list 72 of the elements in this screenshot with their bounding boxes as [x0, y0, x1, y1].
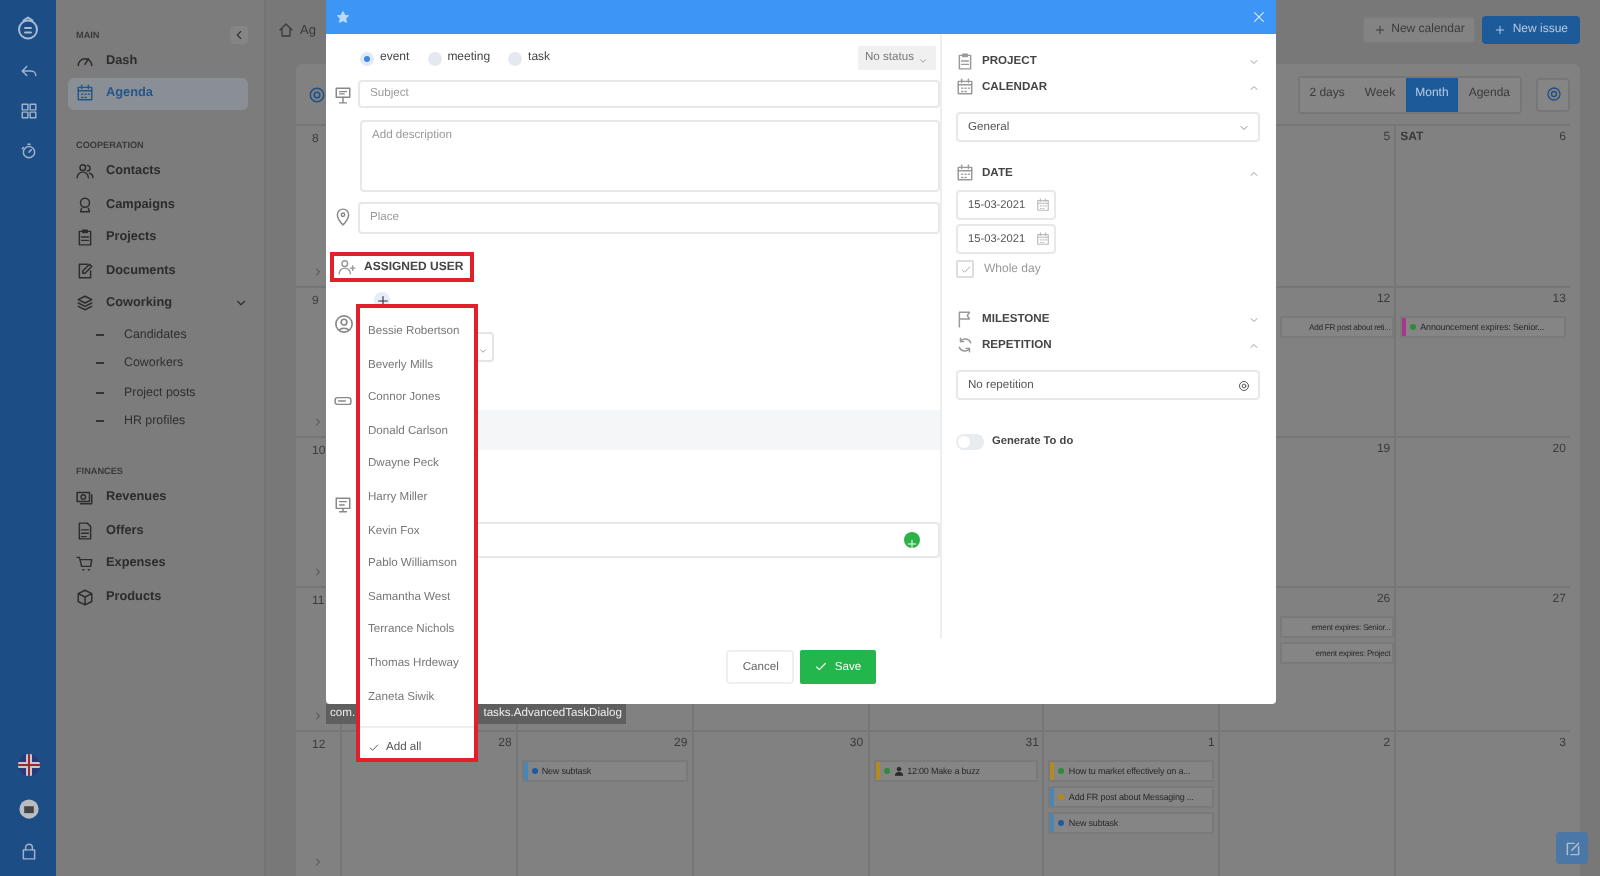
chevron-right-icon[interactable] [312, 710, 324, 722]
screen-icon [334, 496, 352, 514]
category-bar [523, 762, 528, 780]
chevron-right-icon[interactable] [312, 856, 324, 868]
settings-icon [1545, 86, 1561, 102]
category-bar [1050, 814, 1055, 832]
gear-icon [1238, 379, 1250, 391]
calendar-icon [1036, 198, 1050, 212]
chevron-up-icon [1248, 167, 1260, 179]
chevron-down-icon [1248, 55, 1260, 67]
document-icon [76, 521, 94, 540]
calendar-icon [1036, 232, 1050, 246]
plus-icon [1494, 24, 1507, 36]
chevron-up-icon [1248, 339, 1260, 351]
back-icon[interactable] [19, 62, 37, 80]
chevron-down-icon [234, 296, 248, 311]
settings-button[interactable] [1536, 77, 1570, 111]
document-edit-icon [76, 261, 94, 280]
logo-icon [16, 16, 40, 40]
flag-icon[interactable] [17, 754, 39, 776]
plus-icon [1373, 24, 1386, 36]
plus-icon [906, 537, 918, 549]
category-bar [1402, 318, 1407, 336]
chevron-down-icon [478, 345, 488, 355]
chevron-right-icon[interactable] [312, 266, 324, 278]
chevron-down-icon [1248, 313, 1260, 325]
cart-icon [76, 554, 94, 573]
layers-icon [76, 294, 94, 313]
checkbox[interactable] [956, 260, 974, 278]
grid-icon[interactable] [19, 102, 37, 120]
camera-icon[interactable] [17, 798, 39, 820]
timer-icon[interactable] [19, 142, 37, 160]
plus-icon [375, 293, 389, 307]
calendar-icon [956, 78, 974, 96]
add-button[interactable] [904, 532, 920, 548]
repeat-icon [956, 336, 974, 354]
flag-icon [956, 310, 974, 328]
calendar-icon [76, 84, 94, 103]
chevron-left-icon [232, 27, 246, 41]
users-icon [338, 258, 356, 276]
home-icon[interactable] [278, 22, 294, 38]
check-icon [814, 660, 829, 674]
pin-icon [334, 208, 352, 226]
clipboard-icon [76, 228, 94, 247]
badge-icon [76, 195, 94, 214]
tag-icon [334, 392, 352, 410]
calendar-icon [956, 164, 974, 182]
cash-icon [76, 487, 94, 506]
contacts-icon [76, 161, 94, 180]
category-bar [875, 762, 880, 780]
close-icon [1252, 10, 1266, 24]
category-bar [1050, 788, 1055, 806]
gear-icon[interactable] [308, 85, 326, 103]
star-icon [336, 10, 350, 24]
person-icon [893, 766, 904, 776]
user-icon [334, 314, 354, 334]
chevron-right-icon[interactable] [312, 566, 324, 578]
collapse-button[interactable] [230, 25, 248, 43]
lock-icon[interactable] [19, 842, 37, 860]
chevron-down-icon [918, 56, 928, 66]
edit-icon [1563, 839, 1581, 857]
compose-button[interactable] [1556, 832, 1588, 864]
box-icon [76, 587, 94, 606]
chevron-right-icon[interactable] [312, 416, 324, 428]
clipboard-icon [956, 52, 974, 70]
check-icon [368, 741, 380, 754]
check-icon [959, 263, 971, 275]
category-bar [1050, 762, 1055, 780]
chevron-up-icon [1248, 81, 1260, 93]
board-icon [334, 86, 352, 104]
close-button[interactable] [1252, 10, 1266, 24]
chevron-down-icon [1238, 121, 1250, 133]
